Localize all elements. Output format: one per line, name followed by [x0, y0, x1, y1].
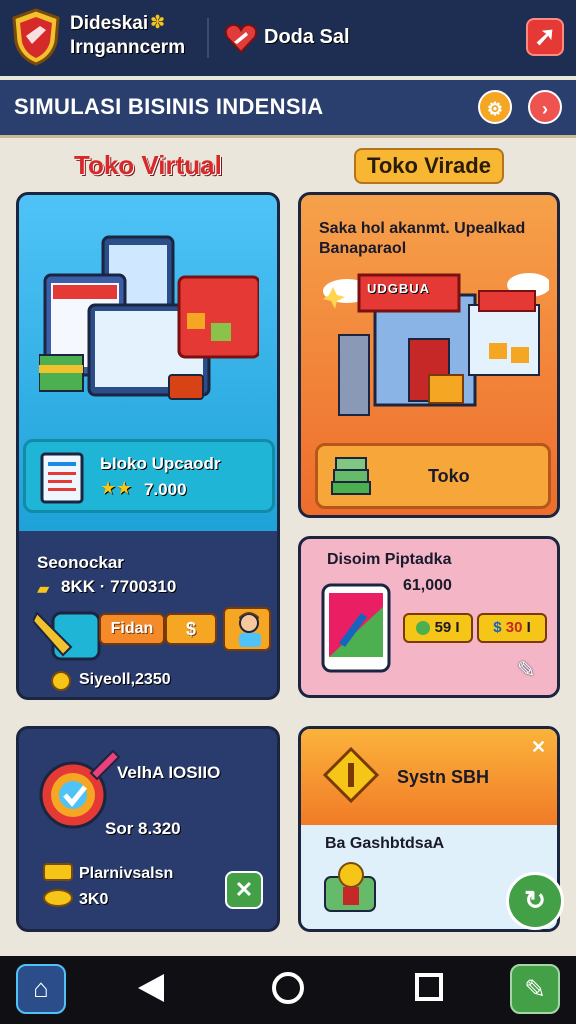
exit-icon: ➚ [534, 21, 556, 51]
coin-icon [51, 671, 71, 691]
stats-value: 8KK · 7700310 [61, 577, 177, 596]
stats-label: Seonockar [37, 553, 124, 572]
trade-description: Saka hol akanmt. Upealkad Banaparaol [319, 220, 526, 257]
gear-icon: ⚙ [486, 99, 504, 119]
circle-home-icon[interactable] [270, 970, 306, 1006]
pill-30-value: 30 [505, 619, 523, 636]
upgrade-value: 7.000 [144, 480, 187, 499]
gold-bar-icon [43, 863, 73, 881]
upgrade-title: Ыoko Upcaodr [100, 454, 221, 473]
close-button[interactable]: › [528, 90, 562, 124]
section-title-trade[interactable]: Toko Virade [354, 148, 504, 184]
close-icon: › [542, 99, 548, 119]
exit-button[interactable]: ➚ [526, 18, 564, 56]
coin-icon [43, 889, 73, 907]
currency-button[interactable]: $ [165, 613, 217, 645]
shop-sign: UDGBUA [367, 281, 431, 296]
store-screens-illustration [39, 235, 259, 400]
edit-button[interactable]: ✎ [510, 964, 560, 1014]
toko-button-label: Toko [428, 466, 470, 486]
design-title: Disoim Piptadka [327, 551, 452, 568]
toko-button[interactable]: Toko [315, 443, 551, 509]
fidan-button[interactable]: Fidan [99, 613, 165, 645]
money-bag-icon [324, 862, 376, 912]
shield-icon [12, 8, 60, 66]
pill-30-prefix: $ [493, 619, 502, 636]
upgrade-banner[interactable]: Ыoko Upcaodr ★★ 7.000 [23, 439, 275, 513]
system-title: Systn SBH [397, 767, 490, 787]
gem-icon [416, 621, 431, 636]
section-title-virtual: Toko Virtual [74, 150, 222, 180]
design-card: Disoim Piptadka 61,000 59 I $ 30 I ✎ [298, 536, 560, 698]
home-icon: ⌂ [33, 973, 49, 1003]
currency-label: Doda Sal [264, 26, 350, 48]
coin-stack-icon: ▰ [37, 581, 50, 598]
sparkle-icon: ✽ [150, 12, 166, 32]
target-stat: Sor 8.320 [105, 819, 181, 838]
wrench-icon[interactable]: ✎ [517, 657, 535, 683]
pill-30[interactable]: $ 30 I [477, 613, 547, 643]
divider [207, 18, 209, 58]
pill-30-suffix: I [526, 619, 531, 636]
document-icon [40, 452, 84, 504]
target-title: VelhA IOSIIO [117, 763, 221, 782]
pill-59-value: 59 [434, 619, 452, 636]
shop-building-illustration [323, 273, 549, 416]
check-icon: ✕ [234, 877, 254, 902]
target-value: 3K0 [79, 891, 109, 908]
target-label: Plarnivsalsn [79, 865, 174, 882]
back-icon[interactable] [136, 972, 166, 1004]
trade-store-card: Saka hol akanmt. Upealkad Banaparaol UDG… [298, 192, 560, 518]
confirm-button[interactable]: ✕ [225, 871, 263, 909]
heart-icon [224, 23, 258, 54]
refresh-fab-button[interactable]: ↻ [506, 872, 564, 930]
star-icon: ★★ [100, 478, 133, 498]
footer-value: Siyeoll,2350 [79, 671, 171, 688]
player-title-line2: Irnganncerm [70, 37, 186, 58]
player-title: Dideskai Irnganncerm [70, 12, 185, 60]
settings-button[interactable]: ⚙ [478, 90, 512, 124]
system-subtitle: Ba GashbtdsaA [325, 835, 445, 852]
page-title: SIMULASI BISINIS INDENSIA [14, 94, 324, 119]
diamond-icon [323, 747, 379, 803]
tablet-icon [321, 583, 391, 673]
refresh-icon: ↻ [524, 885, 546, 915]
design-value: 61,000 [403, 577, 452, 594]
pill-59-suffix: I [455, 619, 460, 636]
pill-59[interactable]: 59 I [403, 613, 473, 643]
brush-icon [33, 611, 101, 661]
money-stack-icon [331, 457, 371, 495]
target-card: VelhA IOSIIO Sor 8.320 Plarnivsalsn 3K0 … [16, 726, 280, 932]
avatar-icon [239, 612, 261, 647]
player-title-line1: Dideskai [70, 13, 149, 34]
virtual-store-card: Ыoko Upcaodr ★★ 7.000 Seonockar ▰ 8KK · … [16, 192, 280, 700]
manager-avatar[interactable] [223, 607, 271, 651]
pencil-icon: ✎ [524, 974, 546, 1004]
system-close-button[interactable]: ✕ [531, 737, 546, 758]
home-button[interactable]: ⌂ [16, 964, 66, 1014]
recent-apps-icon[interactable] [414, 972, 444, 1002]
